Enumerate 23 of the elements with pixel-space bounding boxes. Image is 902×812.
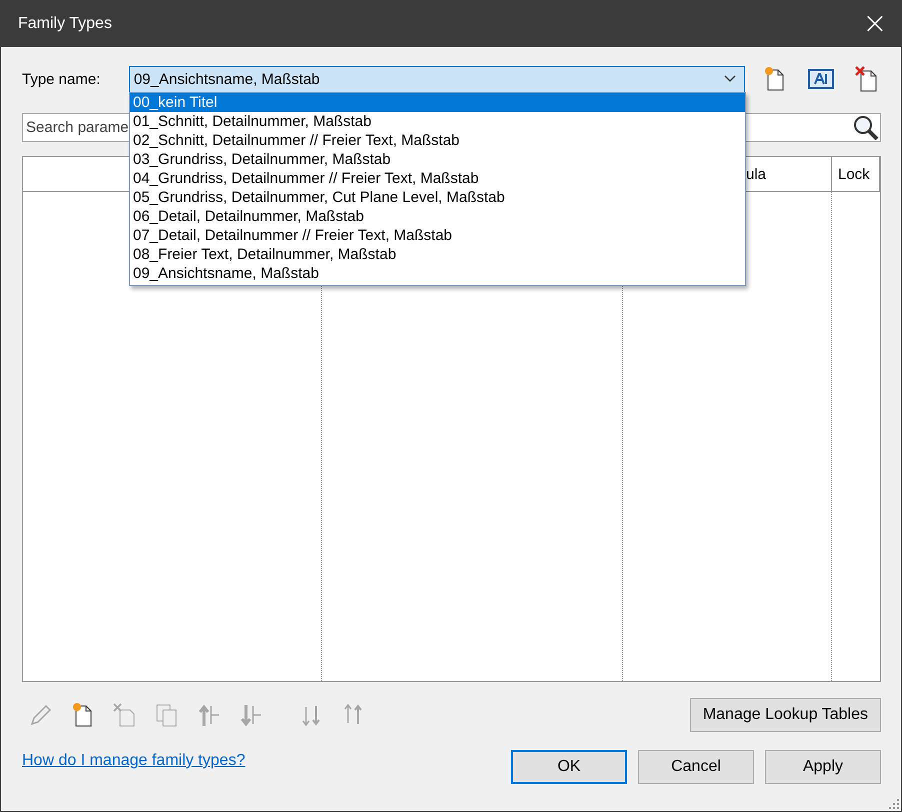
dialog-button[interactable]: OK xyxy=(511,750,627,784)
manage-lookup-tables-button[interactable]: Manage Lookup Tables xyxy=(690,698,881,732)
dialog-button[interactable]: Apply xyxy=(765,750,881,784)
dropdown-option[interactable]: 04_Grundriss, Detailnummer // Freier Text, Maßstab xyxy=(130,169,745,188)
column-header: Lock xyxy=(832,157,880,192)
dropdown-option[interactable]: 09_Ansichtsname, Maßstab xyxy=(130,264,745,283)
dropdown-option[interactable]: 05_Grundriss, Detailnummer, Cut Plane Level, Maßstab xyxy=(130,188,745,207)
window-title: Family Types xyxy=(18,15,112,33)
dialog-button[interactable]: Cancel xyxy=(638,750,754,784)
resize-grip-icon[interactable] xyxy=(889,799,899,809)
type-name-label: Type name: xyxy=(22,70,102,88)
dropdown-option[interactable]: 00_kein Titel xyxy=(130,93,745,112)
type-name-dropdown[interactable]: 09_Ansichtsname, Maßstab xyxy=(128,66,745,92)
close-button[interactable]: × xyxy=(857,4,893,44)
dropdown-option[interactable]: 07_Detail, Detailnummer // Freier Text, Maßstab xyxy=(130,226,745,245)
dropdown-option[interactable]: 02_Schnitt, Detailnummer // Freier Text, Maßstab xyxy=(130,131,745,150)
search-icon[interactable] xyxy=(852,114,880,140)
dropdown-option[interactable]: 06_Detail, Detailnummer, Maßstab xyxy=(130,207,745,226)
dropdown-option[interactable]: 03_Grundriss, Detailnummer, Maßstab xyxy=(130,150,745,169)
dropdown-option[interactable]: 08_Freier Text, Detailnummer, Maßstab xyxy=(130,245,745,264)
help-link[interactable]: How do I manage family types? xyxy=(22,752,246,770)
dropdown-option[interactable]: 01_Schnitt, Detailnummer, Maßstab xyxy=(130,112,745,131)
chevron-down-icon xyxy=(724,75,736,83)
